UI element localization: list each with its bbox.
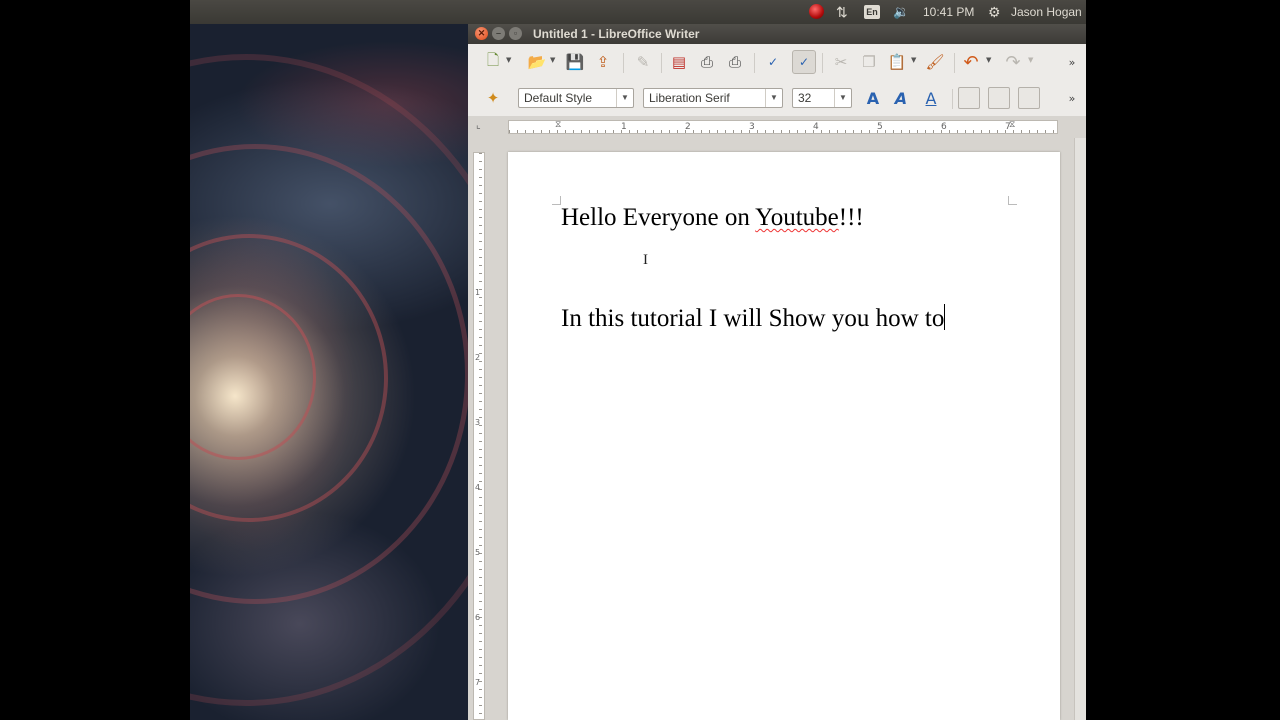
- align-left-icon[interactable]: [958, 87, 980, 109]
- paragraph-style-combo[interactable]: Default Style ▼: [518, 88, 634, 108]
- ruler-label: 7: [475, 678, 481, 687]
- text-run: In this tutorial I will Show you how to: [561, 305, 945, 332]
- text-run: Hello Everyone on: [561, 204, 756, 231]
- formatting-toolbar: ✦ Default Style ▼ Liberation Serif ▼ 32 …: [468, 80, 1086, 117]
- ruler-label: 6: [941, 122, 947, 132]
- standard-toolbar: 🗋 ▼ 📂 ▼ 💾 ⇪ ✎ ▤ ⎙ ⎙ ✓ ✓ ✂ ❐ 📋 ▼ 🖌 ↶ ▼ ↷: [468, 44, 1086, 81]
- document-page[interactable]: Hello Everyone on Youtube!!! I In this t…: [508, 152, 1060, 720]
- bold-icon[interactable]: A: [862, 87, 884, 109]
- print-preview-icon[interactable]: ⎙: [724, 51, 746, 73]
- font-name-combo[interactable]: Liberation Serif ▼: [643, 88, 783, 108]
- ruler-label: 5: [475, 548, 481, 557]
- window-title: Untitled 1 - LibreOffice Writer: [533, 27, 700, 41]
- clock[interactable]: 10:41 PM: [923, 0, 974, 24]
- redo-icon[interactable]: ↷: [1002, 51, 1024, 73]
- maximize-icon[interactable]: ▫: [509, 27, 522, 40]
- ruler-row: ⌞ 1 2 3 4 5 6 7 ⧖ ⧖: [468, 116, 1086, 138]
- spellcheck-icon[interactable]: ✓: [762, 51, 784, 73]
- writer-window: ✕ – ▫ Untitled 1 - LibreOffice Writer 🗋 …: [468, 24, 1086, 720]
- cut-icon[interactable]: ✂: [830, 51, 852, 73]
- underline-icon[interactable]: A: [920, 87, 942, 109]
- text-boundary-corner: [552, 196, 561, 205]
- title-bar[interactable]: ✕ – ▫ Untitled 1 - LibreOffice Writer: [468, 24, 1086, 44]
- paragraph-body[interactable]: In this tutorial I will Show you how to: [561, 304, 946, 333]
- network-icon[interactable]: ⇅: [836, 0, 848, 24]
- vertical-ruler[interactable]: 1 2 3 4 5 6 7: [473, 152, 485, 720]
- ruler-label: 3: [749, 122, 755, 132]
- horizontal-ruler[interactable]: 1 2 3 4 5 6 7 ⧖ ⧖: [508, 120, 1058, 134]
- tab-stop-icon[interactable]: ⌞: [476, 120, 481, 131]
- paste-dropdown-icon[interactable]: ▼: [911, 56, 916, 64]
- new-document-icon[interactable]: 🗋: [482, 51, 504, 73]
- open-folder-icon[interactable]: 📂: [526, 51, 548, 73]
- text-run: !!!: [838, 204, 864, 231]
- align-center-icon[interactable]: [988, 87, 1010, 109]
- export-pdf-icon[interactable]: ▤: [668, 51, 690, 73]
- user-name[interactable]: Jason Hogan: [1011, 0, 1082, 24]
- font-size-value: 32: [798, 91, 812, 105]
- chevron-down-icon[interactable]: ▼: [765, 89, 782, 107]
- open-dropdown-icon[interactable]: ▼: [550, 56, 555, 64]
- ruler-label: 2: [475, 353, 481, 362]
- top-panel: ⇅ En 🔉 10:41 PM ⚙ Jason Hogan: [190, 0, 1086, 24]
- keyboard-icon[interactable]: En: [864, 5, 880, 19]
- ruler-label: 4: [813, 122, 819, 132]
- ruler-label: 5: [877, 122, 883, 132]
- align-right-icon[interactable]: [1018, 87, 1040, 109]
- italic-icon[interactable]: A: [890, 87, 912, 109]
- vertical-scrollbar[interactable]: [1074, 138, 1086, 720]
- misspelled-word[interactable]: Youtube: [755, 204, 839, 231]
- ruler-label: 2: [685, 122, 691, 132]
- print-icon[interactable]: ⎙: [696, 51, 718, 73]
- ruby-indicator-icon[interactable]: [809, 4, 824, 19]
- ruler-label: 1: [621, 122, 627, 132]
- undo-icon[interactable]: ↶: [960, 51, 982, 73]
- paste-icon[interactable]: 📋: [886, 51, 908, 73]
- redo-dropdown-icon[interactable]: ▼: [1028, 56, 1033, 64]
- clone-formatting-icon[interactable]: 🖌: [924, 51, 946, 73]
- desktop-wallpaper: [190, 24, 532, 720]
- chevron-down-icon[interactable]: ▼: [834, 89, 851, 107]
- styles-formatting-icon[interactable]: ✦: [482, 87, 504, 109]
- indent-marker-icon[interactable]: ⧖: [555, 120, 561, 130]
- font-size-combo[interactable]: 32 ▼: [792, 88, 852, 108]
- paragraph-heading[interactable]: Hello Everyone on Youtube!!!: [561, 204, 864, 232]
- ibeam-cursor-icon: I: [643, 252, 648, 268]
- ruler-label: 1: [475, 288, 481, 297]
- text-boundary-corner: [1008, 196, 1017, 205]
- save-icon[interactable]: 💾: [564, 51, 586, 73]
- toolbar-overflow-icon[interactable]: »: [1064, 87, 1080, 109]
- desktop: ⇅ En 🔉 10:41 PM ⚙ Jason Hogan ✕ – ▫ Unti…: [190, 0, 1086, 720]
- text-caret: [944, 304, 946, 330]
- close-icon[interactable]: ✕: [475, 27, 488, 40]
- font-name-value: Liberation Serif: [649, 91, 730, 105]
- chevron-down-icon[interactable]: ▼: [616, 89, 633, 107]
- ruler-label: 4: [475, 483, 481, 492]
- paragraph-style-value: Default Style: [524, 91, 593, 105]
- export-icon[interactable]: ⇪: [592, 51, 614, 73]
- copy-icon[interactable]: ❐: [858, 51, 880, 73]
- right-indent-marker-icon[interactable]: ⧖: [1009, 120, 1015, 130]
- minimize-icon[interactable]: –: [492, 27, 505, 40]
- new-dropdown-icon[interactable]: ▼: [506, 56, 511, 64]
- undo-dropdown-icon[interactable]: ▼: [986, 56, 991, 64]
- toolbar-overflow-icon[interactable]: »: [1064, 51, 1080, 73]
- ruler-label: 3: [475, 418, 481, 427]
- ruler-label: 6: [475, 613, 481, 622]
- volume-icon[interactable]: 🔉: [893, 0, 909, 24]
- edit-file-icon[interactable]: ✎: [632, 51, 654, 73]
- gear-icon[interactable]: ⚙: [988, 0, 1001, 24]
- auto-spellcheck-icon[interactable]: ✓: [792, 50, 816, 74]
